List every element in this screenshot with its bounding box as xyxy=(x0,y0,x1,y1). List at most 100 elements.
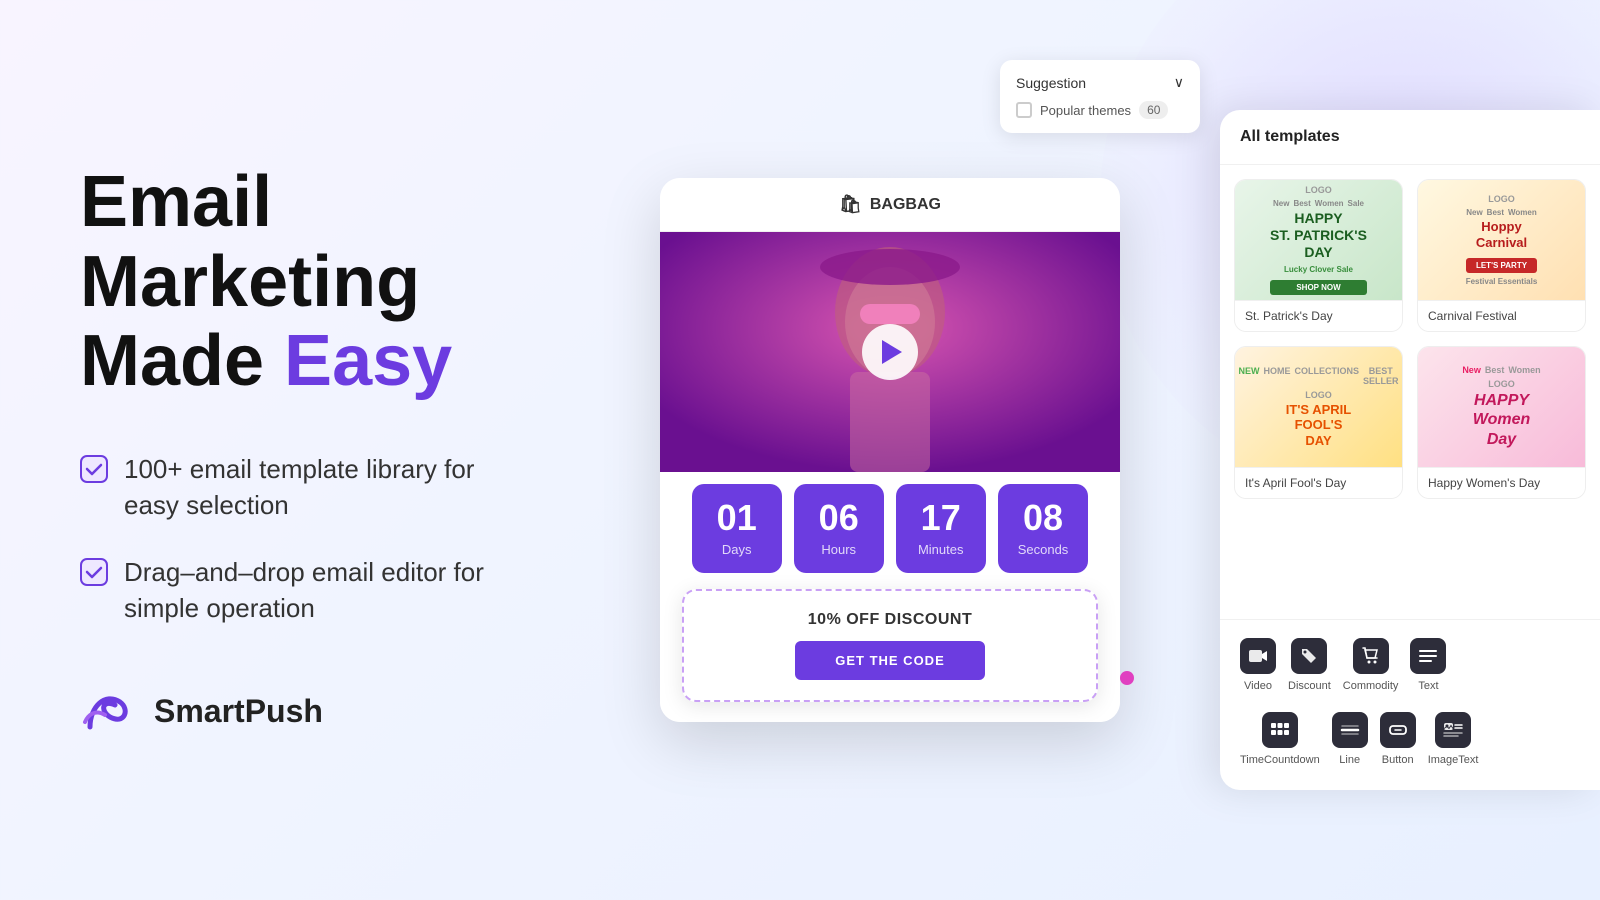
womensday-title: HAPPYWomenDay xyxy=(1462,391,1540,449)
smartpush-logo-icon xyxy=(80,687,140,737)
templates-panel-header: All templates xyxy=(1220,110,1600,165)
stpatricks-logo: LOGO xyxy=(1270,185,1367,195)
womensday-nav: NewBestWomen xyxy=(1462,365,1540,375)
widget-countdown[interactable]: TimeCountdown xyxy=(1234,702,1326,776)
feature-text-2: Drag–and–drop email editor for simple op… xyxy=(124,554,500,627)
countdown-seconds: 08 Seconds xyxy=(998,484,1089,573)
video-icon-svg xyxy=(1248,646,1268,666)
widget-button[interactable]: Button xyxy=(1374,702,1422,776)
widget-line[interactable]: Line xyxy=(1326,702,1374,776)
brand-logo: SmartPush xyxy=(80,687,500,737)
template-name-aprilfool: It's April Fool's Day xyxy=(1235,467,1402,498)
womensday-logo: LOGO xyxy=(1462,379,1540,389)
email-preview-card: 🛍 BAGBAG xyxy=(660,178,1120,722)
widget-button-label: Button xyxy=(1382,754,1414,766)
template-card-stpatricks[interactable]: LOGO NewBestWomenSale HAPPYST. PATRICK'S… xyxy=(1234,179,1403,332)
templates-scroll-area[interactable]: LOGO NewBestWomenSale HAPPYST. PATRICK'S… xyxy=(1220,165,1600,619)
widget-commodity[interactable]: Commodity xyxy=(1337,628,1405,702)
dot-connector xyxy=(1120,671,1134,685)
carnival-logo: LOGO xyxy=(1466,194,1538,204)
feature-text-1: 100+ email template library for easy sel… xyxy=(124,451,500,524)
template-card-aprilfool[interactable]: NEWHOMECOLLECTIONSBEST SELLER LOGO IT'S … xyxy=(1234,346,1403,499)
suggestion-option[interactable]: Popular themes 60 xyxy=(1016,101,1184,119)
video-icon xyxy=(1240,638,1276,674)
templates-panel-inner: All templates LOGO NewBestWomenSale HAPP… xyxy=(1220,110,1600,790)
hero-title-line1: Email Marketing xyxy=(80,162,420,321)
text-icon-svg xyxy=(1418,646,1438,666)
discount-title: 10% OFF DISCOUNT xyxy=(704,611,1076,629)
suggestion-panel: Suggestion ∨ Popular themes 60 xyxy=(1000,60,1200,133)
carnival-sub: Festival Essentials xyxy=(1466,277,1538,286)
button-icon xyxy=(1380,712,1416,748)
button-icon-svg xyxy=(1388,720,1408,740)
right-content-area: Suggestion ∨ Popular themes 60 🛍 BAGBAG xyxy=(580,0,1600,900)
email-header: 🛍 BAGBAG xyxy=(660,178,1120,232)
widget-row-2: TimeCountdown Line xyxy=(1234,702,1586,776)
feature-list: 100+ email template library for easy sel… xyxy=(80,451,500,627)
aprilfool-title: IT'S APRILFOOL'SDAY xyxy=(1239,402,1399,449)
widget-commodity-label: Commodity xyxy=(1343,680,1399,692)
stpatricks-btn: SHOP NOW xyxy=(1270,280,1367,295)
widget-countdown-label: TimeCountdown xyxy=(1240,754,1320,766)
widget-discount[interactable]: Discount xyxy=(1282,628,1337,702)
template-name-womensday: Happy Women's Day xyxy=(1418,467,1585,498)
carnival-nav: NewBestWomen xyxy=(1466,208,1538,217)
toggle-badge: 60 xyxy=(1139,101,1168,119)
countdown-days: 01 Days xyxy=(692,484,782,573)
aprilfool-content: NEWHOMECOLLECTIONSBEST SELLER LOGO IT'S … xyxy=(1239,366,1399,449)
suggestion-chevron-icon: ∨ xyxy=(1174,74,1184,91)
template-thumb-aprilfool: NEWHOMECOLLECTIONSBEST SELLER LOGO IT'S … xyxy=(1235,347,1402,467)
template-thumb-womensday: NewBestWomen LOGO HAPPYWomenDay xyxy=(1418,347,1585,467)
imagetext-icon xyxy=(1435,712,1471,748)
check-icon-2 xyxy=(80,558,108,586)
countdown-icon-svg xyxy=(1270,720,1290,740)
template-name-stpatricks: St. Patrick's Day xyxy=(1235,300,1402,331)
line-icon-svg xyxy=(1340,720,1360,740)
check-icon-1 xyxy=(80,455,108,483)
template-thumb-stpatricks: LOGO NewBestWomenSale HAPPYST. PATRICK'S… xyxy=(1235,180,1402,300)
stpatricks-sub: Lucky Clover Sale xyxy=(1270,265,1367,274)
countdown-hours: 06 Hours xyxy=(794,484,884,573)
commodity-icon xyxy=(1353,638,1389,674)
widget-line-label: Line xyxy=(1339,754,1360,766)
aprilfool-logo: LOGO xyxy=(1239,390,1399,400)
widget-video[interactable]: Video xyxy=(1234,628,1282,702)
line-icon xyxy=(1332,712,1368,748)
countdown-minutes: 17 Minutes xyxy=(896,484,986,573)
widgets-section: Video Discount xyxy=(1220,619,1600,790)
get-code-button[interactable]: GET THE CODE xyxy=(795,641,985,680)
suggestion-title: Suggestion xyxy=(1016,75,1086,91)
minutes-value: 17 xyxy=(916,500,966,536)
discount-icon-svg xyxy=(1299,646,1319,666)
brand-name: SmartPush xyxy=(154,693,323,730)
play-button[interactable] xyxy=(862,324,918,380)
stpatricks-nav: NewBestWomenSale xyxy=(1270,199,1367,208)
seconds-label: Seconds xyxy=(1018,542,1069,557)
widget-text[interactable]: Text xyxy=(1404,628,1452,702)
hours-label: Hours xyxy=(814,542,864,557)
stpatricks-title: HAPPYST. PATRICK'SDAY xyxy=(1270,210,1367,260)
template-card-womensday[interactable]: NewBestWomen LOGO HAPPYWomenDay Happy Wo… xyxy=(1417,346,1586,499)
stpatricks-content: LOGO NewBestWomenSale HAPPYST. PATRICK'S… xyxy=(1270,185,1367,294)
seconds-value: 08 xyxy=(1018,500,1069,536)
bag-icon: 🛍 xyxy=(839,194,862,215)
hero-title-highlight: Easy xyxy=(284,321,452,401)
templates-panel: All templates LOGO NewBestWomenSale HAPP… xyxy=(1220,110,1600,790)
template-card-carnival[interactable]: LOGO NewBestWomen HoppyCarnival LET'S PA… xyxy=(1417,179,1586,332)
popular-themes-checkbox[interactable] xyxy=(1016,102,1032,118)
templates-grid: LOGO NewBestWomenSale HAPPYST. PATRICK'S… xyxy=(1220,165,1600,513)
womensday-content: NewBestWomen LOGO HAPPYWomenDay xyxy=(1462,365,1540,449)
widget-row-1: Video Discount xyxy=(1234,628,1586,702)
left-content-section: Email Marketing Made Easy 100+ email tem… xyxy=(0,103,580,796)
feature-item-2: Drag–and–drop email editor for simple op… xyxy=(80,554,500,627)
suggestion-header: Suggestion ∨ xyxy=(1016,74,1184,91)
discount-icon xyxy=(1291,638,1327,674)
carnival-btn: LET'S PARTY xyxy=(1466,258,1538,273)
widget-text-label: Text xyxy=(1418,680,1438,692)
popular-themes-label: Popular themes xyxy=(1040,103,1131,118)
widget-imagetext-label: ImageText xyxy=(1428,754,1479,766)
countdown-container: 01 Days 06 Hours 17 Minutes 08 Seconds 1… xyxy=(660,472,1120,722)
template-thumb-carnival: LOGO NewBestWomen HoppyCarnival LET'S PA… xyxy=(1418,180,1585,300)
widget-imagetext[interactable]: ImageText xyxy=(1422,702,1485,776)
card-spacer xyxy=(672,702,1108,722)
